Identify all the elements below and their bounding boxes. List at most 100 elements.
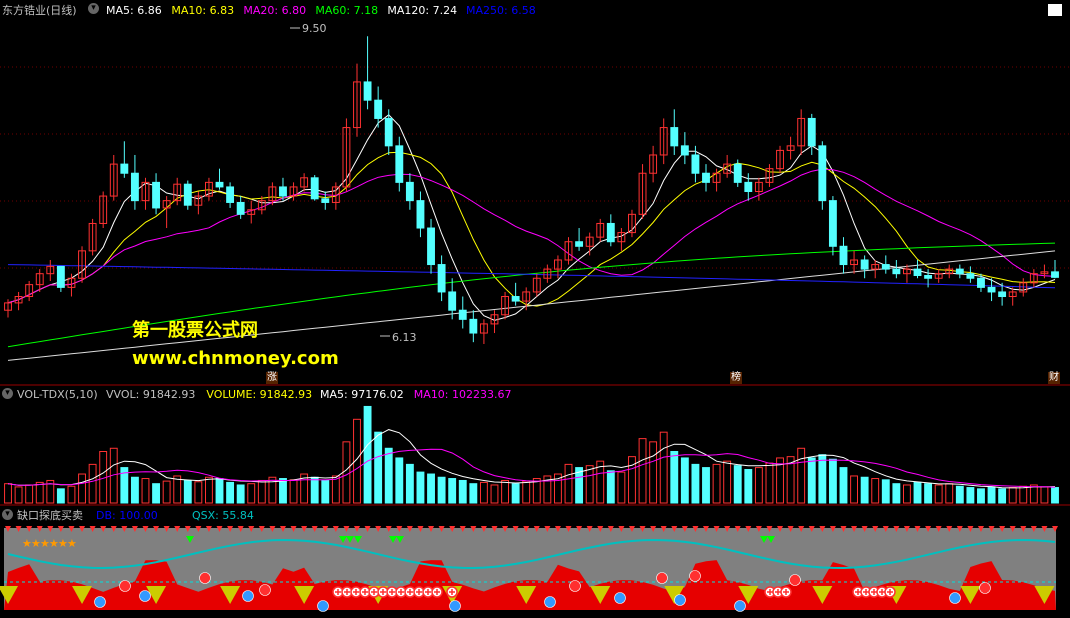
ma250-line: [7, 264, 1056, 289]
vol-label-1: VOLUME: 91842.93: [206, 388, 313, 401]
candle-body-48: [511, 296, 520, 302]
indicator-ball-0: [94, 596, 106, 608]
candle-body-5: [56, 265, 65, 288]
volume-bar-67: [712, 463, 721, 504]
vol-label-2: MA5: 97176.02: [320, 388, 404, 401]
volume-bar-98: [1040, 486, 1049, 504]
candle-body-26: [279, 186, 287, 197]
watermark-cn: 第一股票公式网: [132, 320, 258, 341]
volume-bar-60: [638, 438, 647, 504]
ma-label-2: MA20: 6.80: [243, 4, 307, 17]
badge-cai[interactable]: 财: [1048, 372, 1060, 384]
indicator-ball-4: [242, 590, 254, 602]
badge-zhang[interactable]: 涨: [266, 372, 278, 384]
indicator-ball-16: [949, 592, 961, 604]
candle-body-36: [384, 117, 393, 147]
volume-bar-81: [860, 476, 869, 504]
settings-icon[interactable]: [1048, 4, 1062, 16]
indicator-ball-7: [449, 600, 461, 612]
candle-body-37: [395, 145, 404, 183]
volume-bar-64: [680, 457, 689, 504]
volume-bar-99: [1051, 487, 1059, 504]
candle-body-43: [458, 309, 467, 320]
volume-bar-39: [416, 471, 425, 504]
volume-bar-2: [25, 484, 34, 504]
volume-bar-20: [215, 478, 224, 504]
candle-body-14: [152, 181, 160, 209]
candle-body-69: [733, 163, 742, 183]
volume-bar-8: [88, 463, 97, 504]
volume-bar-94: [998, 488, 1007, 504]
candle-body-42: [448, 291, 457, 311]
watermark-url: www.chnmoney.com: [132, 348, 339, 369]
ma5-line: [7, 114, 1056, 321]
badge-bang[interactable]: 榜: [730, 372, 742, 384]
volume-bar-16: [173, 475, 182, 504]
ma20-line: [7, 168, 1056, 304]
volume-bar-45: [479, 481, 488, 504]
volume-bar-69: [733, 465, 742, 504]
main-panel-title: 东方锆业(日线): [2, 4, 77, 17]
chart-stage: ★ ★ ★ ★ ★ ★ 东方锆业(日线) ▾ MA5: 6.86 MA10: 6.83 MA2…: [0, 0, 1070, 615]
low-price-label: 6.13: [392, 331, 417, 344]
volume-bar-86: [913, 481, 922, 504]
volume-bar-27: [289, 479, 298, 504]
candle-body-65: [691, 154, 700, 174]
candle-body-91: [966, 273, 975, 279]
candle-body-57: [606, 222, 615, 243]
volume-bar-24: [257, 479, 266, 504]
volume-bar-70: [744, 469, 753, 504]
candle-body-70: [744, 181, 753, 193]
candle-body-86: [913, 268, 922, 277]
volume-bar-68: [723, 460, 732, 504]
volume-bar-49: [522, 480, 531, 504]
volume-bar-30: [321, 479, 330, 504]
volume-bar-96: [1019, 485, 1028, 504]
candle-body-64: [680, 145, 689, 156]
indicator-ball-6: [317, 600, 329, 612]
indicator-chevron-icon[interactable]: ▾: [2, 509, 13, 520]
volume-bar-35: [374, 431, 383, 504]
expand-chevron-icon[interactable]: ▾: [88, 3, 99, 14]
volume-bar-89: [945, 483, 954, 504]
volume-bar-15: [162, 480, 171, 504]
volume-bar-75: [797, 447, 806, 504]
ma-label-0: MA5: 6.86: [106, 4, 162, 17]
candle-body-35: [374, 99, 383, 119]
vol-label-3: MA10: 102233.67: [413, 388, 512, 401]
volume-bar-71: [754, 467, 763, 504]
indicator-ball-10: [614, 592, 626, 604]
volume-bar-12: [130, 476, 139, 504]
volume-bar-88: [934, 484, 943, 504]
indicator-ball-8: [544, 596, 556, 608]
indicator-ball-13: [689, 570, 701, 582]
candle-body-39: [416, 200, 425, 229]
ma-label-3: MA60: 7.18: [315, 4, 379, 17]
candle-body-11: [120, 163, 129, 174]
volume-bar-29: [310, 476, 319, 504]
candle-body-17: [183, 183, 192, 206]
volume-bar-57: [606, 470, 615, 504]
volume-bar-6: [67, 485, 76, 504]
ind-label-0: DB: 100.00: [96, 509, 158, 522]
volume-bar-0: [4, 483, 12, 504]
candle-body-92: [977, 277, 985, 288]
candle-body-29: [310, 177, 319, 200]
volume-bar-3: [35, 481, 44, 504]
volume-bar-63: [670, 451, 679, 504]
volume-bar-19: [205, 476, 213, 504]
volume-bar-47: [501, 479, 509, 504]
volume-bar-14: [152, 483, 160, 504]
candle-body-38: [405, 181, 414, 202]
indicator-ball-3: [199, 572, 211, 584]
volume-bar-17: [183, 479, 192, 504]
volume-bar-55: [585, 465, 594, 504]
volume-chevron-icon[interactable]: ▾: [2, 388, 13, 399]
volume-bar-21: [226, 481, 235, 504]
indicator-ball-5: [259, 584, 271, 596]
volume-bar-46: [490, 484, 499, 504]
volume-bar-53: [564, 463, 573, 504]
volume-bar-31: [331, 475, 340, 504]
candle-body-41: [437, 264, 446, 293]
volume-bar-26: [279, 478, 287, 504]
